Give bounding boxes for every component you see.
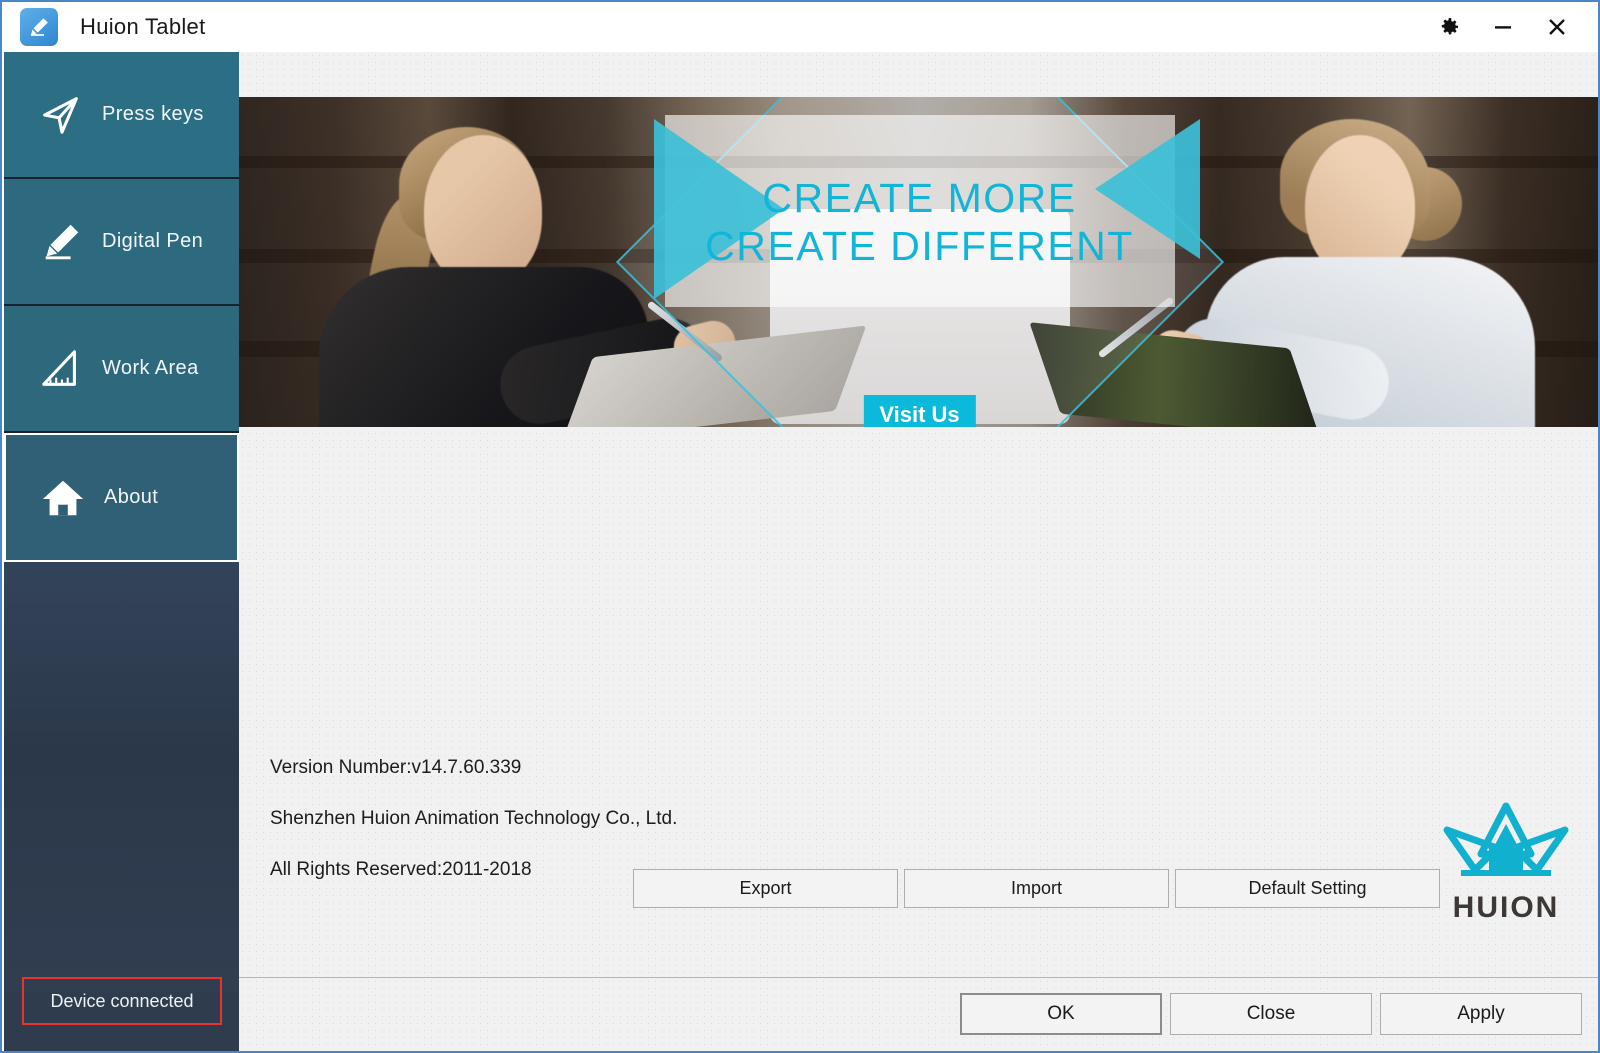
close-button[interactable] [1530,3,1584,51]
huion-logo: HUION [1426,802,1586,925]
settings-gear-icon[interactable] [1422,3,1476,51]
footer-bar: OK Close Apply [239,977,1598,1051]
sidebar-item-work-area[interactable]: Work Area [4,306,239,433]
title-bar: Huion Tablet [2,2,1598,52]
about-info-block: Version Number:v14.7.60.339 Shenzhen Hui… [270,757,677,910]
sidebar-item-label: Work Area [102,357,199,379]
footer-buttons-group: OK Close Apply [960,993,1582,1035]
sidebar-item-label: Digital Pen [102,230,204,252]
sidebar-item-label: About [104,486,159,508]
company-name-text: Shenzhen Huion Animation Technology Co.,… [270,808,678,829]
sidebar-item-about[interactable]: About [4,433,239,562]
export-button[interactable]: Export [633,869,898,908]
app-icon [20,8,58,46]
sidebar-item-press-keys[interactable]: Press keys [4,52,239,179]
cursor-arrow-icon [30,92,92,138]
version-number-text: Version Number:v14.7.60.339 [270,757,522,778]
rights-reserved-text: All Rights Reserved:2011-2018 [270,859,532,880]
sidebar: Press keys Digital Pen Work Area About D… [4,52,239,1051]
app-title: Huion Tablet [80,14,206,39]
huion-wordmark: HUION [1452,891,1560,924]
visit-us-button[interactable]: Visit Us [863,395,976,427]
sidebar-item-digital-pen[interactable]: Digital Pen [4,179,239,306]
crown-icon [1443,802,1569,876]
sidebar-item-label: Press keys [102,103,204,125]
home-icon [32,475,94,521]
config-buttons-group: Export Import Default Setting [633,869,1440,908]
set-square-icon [30,346,92,392]
apply-button[interactable]: Apply [1380,993,1582,1035]
ok-button[interactable]: OK [960,993,1162,1035]
sidebar-filler [4,562,239,992]
main-content: CREATE MORE CREATE DIFFERENT Visit Us Ve… [239,52,1598,1051]
pencil-icon [30,219,92,265]
default-setting-button[interactable]: Default Setting [1175,869,1440,908]
close-button-footer[interactable]: Close [1170,993,1372,1035]
status-badge: Device connected [22,977,222,1025]
import-button[interactable]: Import [904,869,1169,908]
window-controls [1422,3,1598,51]
status-badge-label: Device connected [50,990,194,1011]
promo-banner[interactable]: CREATE MORE CREATE DIFFERENT Visit Us [239,97,1598,427]
huion-tablet-window: Huion Tablet Press keys Digital Pen Work… [0,0,1600,1053]
minimize-button[interactable] [1476,3,1530,51]
